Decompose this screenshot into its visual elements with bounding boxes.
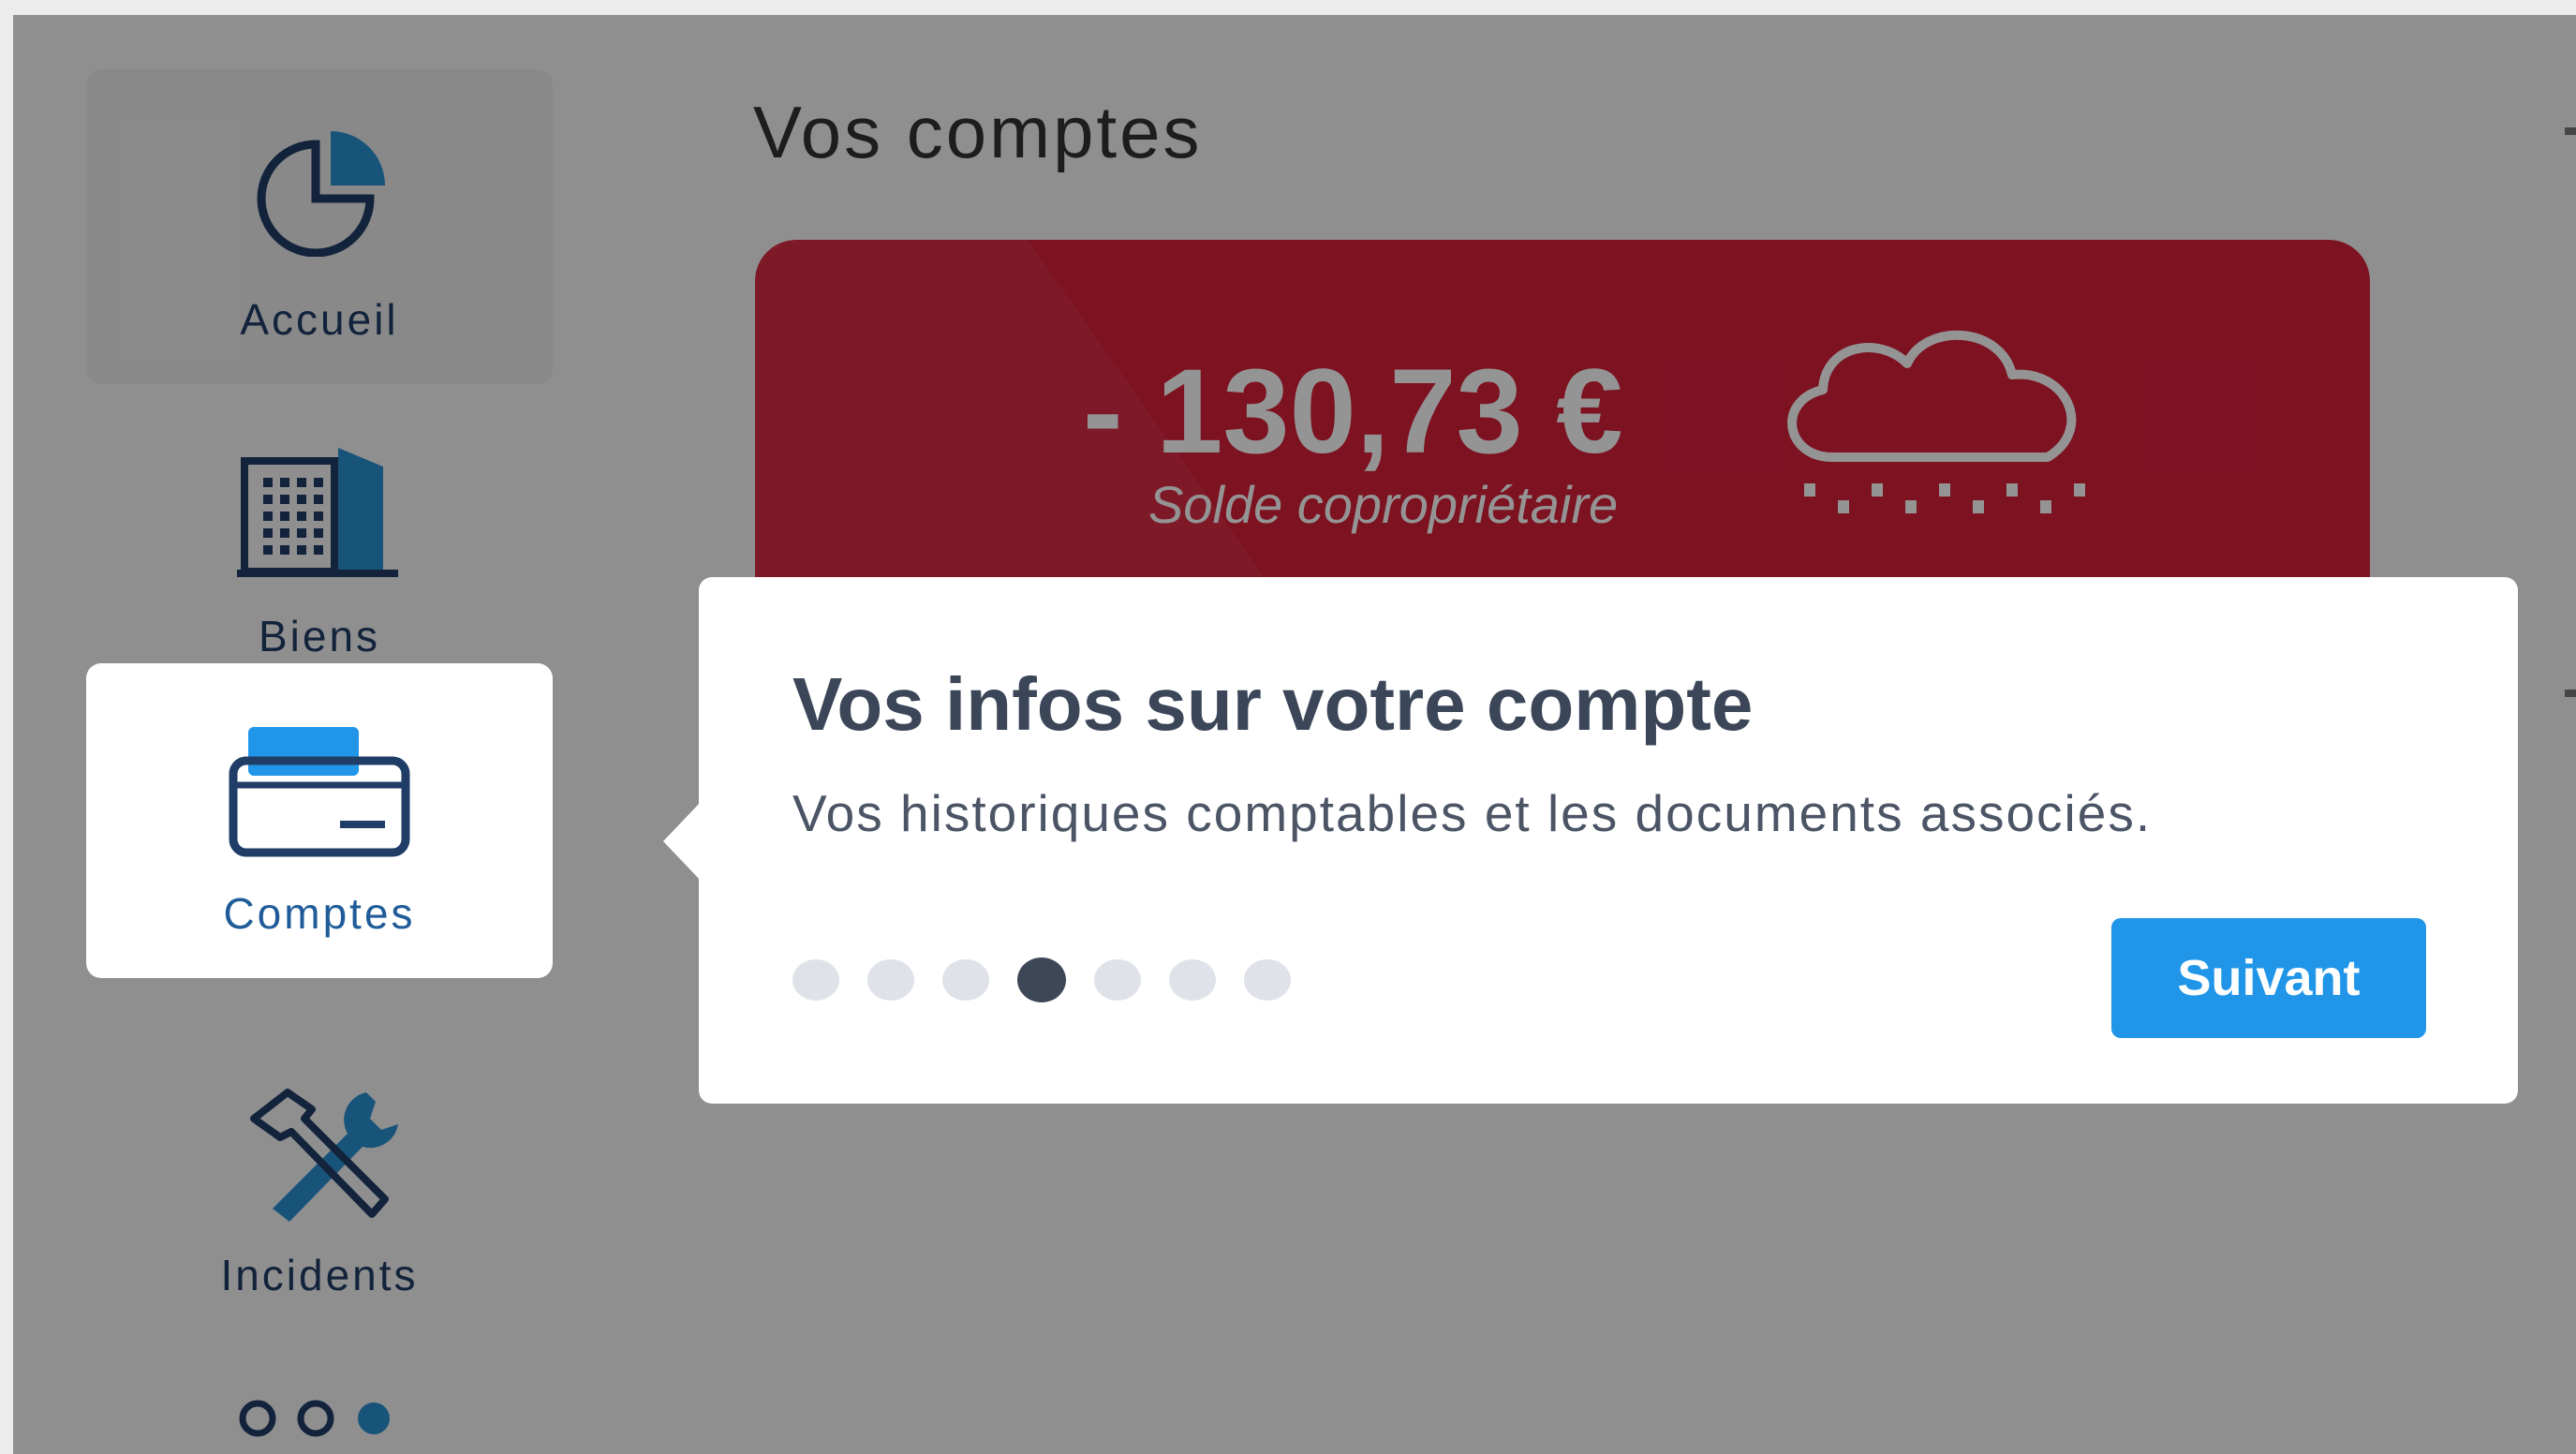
next-button[interactable]: Suivant	[2111, 918, 2426, 1038]
tour-title: Vos infos sur votre compte	[792, 662, 1754, 746]
wallet-icon	[229, 727, 410, 857]
step-dot[interactable]	[1244, 959, 1291, 1001]
tour-popover: Vos infos sur votre compte Vos historiqu…	[663, 577, 2518, 1104]
sidebar-item-label: Comptes	[223, 889, 416, 938]
step-dot[interactable]	[942, 959, 989, 1001]
step-dot[interactable]	[1169, 959, 1216, 1001]
step-dot[interactable]	[867, 959, 914, 1001]
step-dot[interactable]	[1094, 959, 1141, 1001]
app-window: Accueil Biens Comptes Incidents Vos comp…	[13, 15, 2576, 1454]
step-dot[interactable]	[792, 959, 839, 1001]
step-dot[interactable]	[1017, 957, 1066, 1002]
sidebar-item-comptes[interactable]: Comptes	[86, 663, 553, 978]
tour-description: Vos historiques comptables et les docume…	[792, 784, 2153, 842]
popover-arrow	[663, 802, 701, 881]
step-indicator	[792, 957, 1291, 1002]
